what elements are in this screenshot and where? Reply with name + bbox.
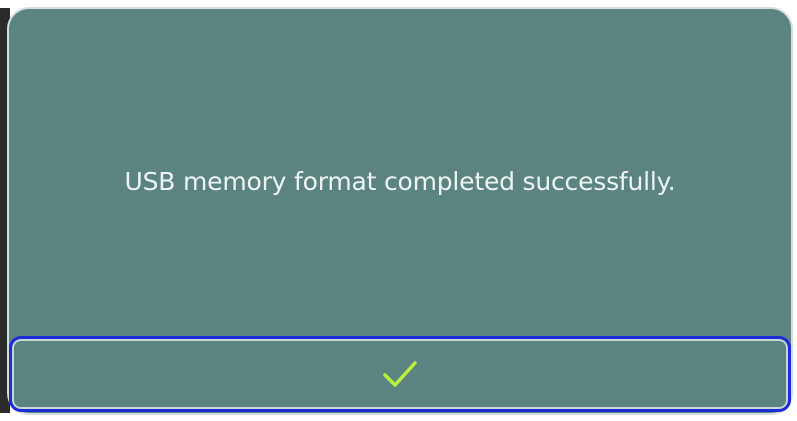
ok-button[interactable]: [9, 336, 791, 412]
dialog-message: USB memory format completed successfully…: [124, 167, 676, 196]
check-icon: [383, 361, 417, 387]
screen: USB memory format completed successfully…: [0, 0, 797, 421]
